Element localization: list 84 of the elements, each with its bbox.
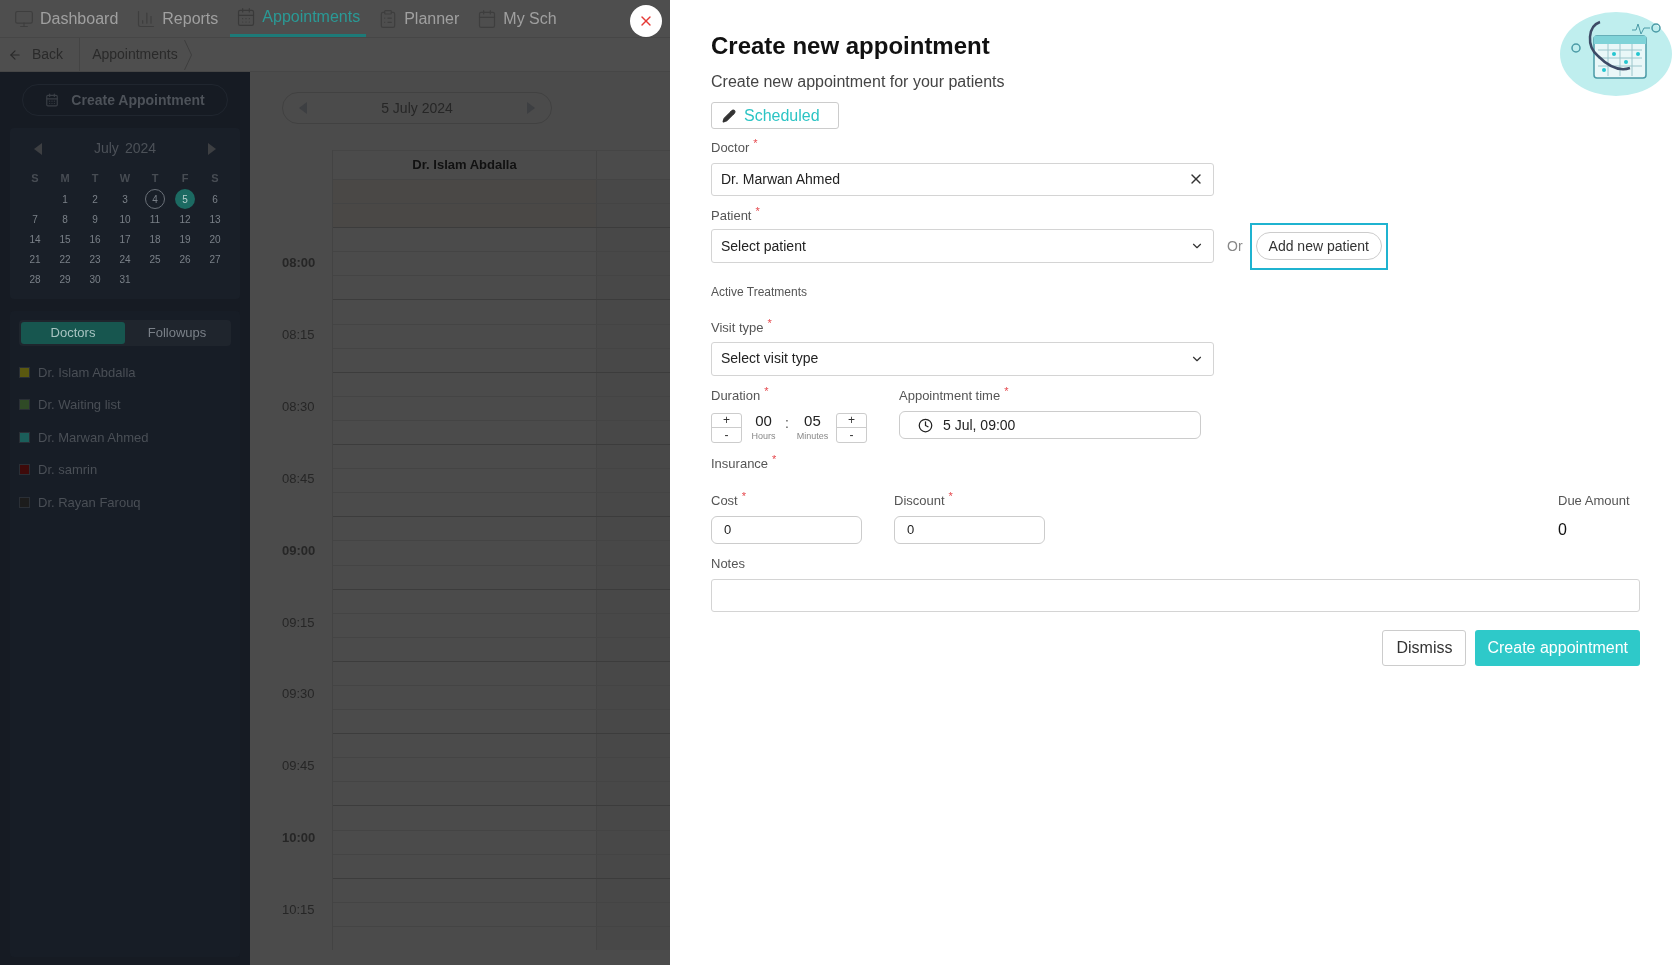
- nav-tab[interactable]: Planner: [372, 0, 466, 37]
- doctor-select[interactable]: Dr. Marwan Ahmed: [711, 162, 1214, 196]
- calendar-day[interactable]: 1: [55, 189, 75, 209]
- calendar-day[interactable]: 20: [205, 229, 225, 249]
- calendar-day[interactable]: 27: [205, 249, 225, 269]
- decrement-button[interactable]: -: [836, 427, 866, 442]
- required-mark: *: [753, 138, 758, 149]
- field-label: Visit type: [711, 319, 764, 337]
- dialog-subtitle: Create new appointment for your patients: [711, 72, 1006, 92]
- field-label: Cost: [711, 492, 738, 510]
- calendar-day[interactable]: 7: [25, 209, 45, 229]
- field-label: Discount: [894, 492, 945, 510]
- next-month-icon[interactable]: [208, 142, 216, 155]
- calendar-day[interactable]: 24: [115, 249, 135, 269]
- calendar-day[interactable]: 10: [115, 209, 135, 229]
- calendar-day[interactable]: 19: [175, 229, 195, 249]
- field-label: Due Amount: [1558, 492, 1630, 510]
- calendar-day[interactable]: 2: [85, 189, 105, 209]
- required-mark: *: [772, 453, 777, 465]
- or-text: Or: [1227, 236, 1243, 256]
- calendar-day[interactable]: 11: [145, 209, 165, 229]
- nav-tab[interactable]: My Sch: [471, 0, 563, 37]
- field-label: Insurance: [711, 454, 769, 473]
- field-label: Patient: [711, 206, 752, 225]
- unit-label: Hours: [751, 430, 776, 443]
- calendar-day[interactable]: 22: [55, 249, 75, 269]
- sidebar-tab[interactable]: Doctors: [21, 322, 125, 344]
- calendar-day[interactable]: 18: [145, 229, 165, 249]
- minutes-value: 05: [804, 412, 821, 430]
- required-mark: *: [741, 491, 746, 502]
- calendar-day[interactable]: 13: [205, 209, 225, 229]
- dialog-title: Create new appointment: [711, 31, 991, 61]
- hours-value: 00: [755, 412, 772, 430]
- required-mark: *: [767, 318, 772, 329]
- previous-month-icon[interactable]: [34, 142, 42, 155]
- status-button[interactable]: Scheduled: [711, 102, 839, 129]
- field-label: Doctor: [711, 139, 750, 157]
- field-label: Duration: [711, 386, 761, 405]
- calendar-day[interactable]: 16: [85, 229, 105, 249]
- required-mark: *: [1004, 385, 1009, 397]
- calendar-day[interactable]: 17: [115, 229, 135, 249]
- calendar-icon: [45, 93, 60, 107]
- increment-button[interactable]: +: [836, 413, 866, 428]
- pencil-icon: [722, 108, 736, 123]
- nav-tab[interactable]: Dashboard: [8, 0, 125, 37]
- nav-tab[interactable]: Reports: [130, 0, 225, 37]
- decrement-button[interactable]: -: [712, 427, 742, 442]
- appointment-time-field[interactable]: 5 Jul, 09:00: [899, 411, 1201, 439]
- notes-field[interactable]: [711, 579, 1640, 612]
- field-label: Notes: [711, 554, 745, 573]
- calendar-day[interactable]: 31: [115, 269, 135, 289]
- visit-type-select[interactable]: Select visit type: [711, 341, 1214, 376]
- calendar-day[interactable]: 26: [175, 249, 195, 269]
- calendar-day[interactable]: 6: [205, 189, 225, 209]
- calendar-day[interactable]: 8: [55, 209, 75, 229]
- calendar-day[interactable]: 14: [25, 229, 45, 249]
- due-amount-value: 0: [1558, 519, 1568, 540]
- time-separator: :: [785, 414, 789, 434]
- calendar-day[interactable]: 21: [25, 249, 45, 269]
- clock-icon: [918, 417, 933, 433]
- required-mark: *: [755, 205, 760, 217]
- calendar-day[interactable]: 23: [85, 249, 105, 269]
- calendar-day[interactable]: 29: [55, 269, 75, 289]
- unit-label: Minutes: [796, 430, 829, 443]
- cost-field[interactable]: 0: [711, 515, 862, 544]
- calendar-day[interactable]: 30: [85, 269, 105, 289]
- required-mark: *: [764, 385, 769, 397]
- sidebar-tab[interactable]: Followups: [125, 322, 229, 344]
- calendar-day[interactable]: 15: [55, 229, 75, 249]
- calendar-day[interactable]: 5: [175, 189, 195, 209]
- required-mark: *: [948, 491, 953, 502]
- back-arrow-icon: [8, 47, 22, 62]
- calendar-day[interactable]: 28: [25, 269, 45, 289]
- calendar-day[interactable]: 9: [85, 209, 105, 229]
- calendar-day[interactable]: 12: [175, 209, 195, 229]
- field-label: Appointment time: [899, 386, 1001, 405]
- column-header: Dr. Islam Abdalla: [412, 156, 517, 175]
- section-label: Active Treatments: [711, 284, 809, 301]
- patient-select[interactable]: Select patient: [711, 229, 1214, 263]
- calendar-day[interactable]: 3: [115, 189, 135, 209]
- dismiss-button[interactable]: Dismiss: [1382, 630, 1467, 666]
- increment-button[interactable]: +: [712, 413, 742, 428]
- discount-field[interactable]: 0: [894, 515, 1045, 544]
- calendar-day[interactable]: 25: [145, 249, 165, 269]
